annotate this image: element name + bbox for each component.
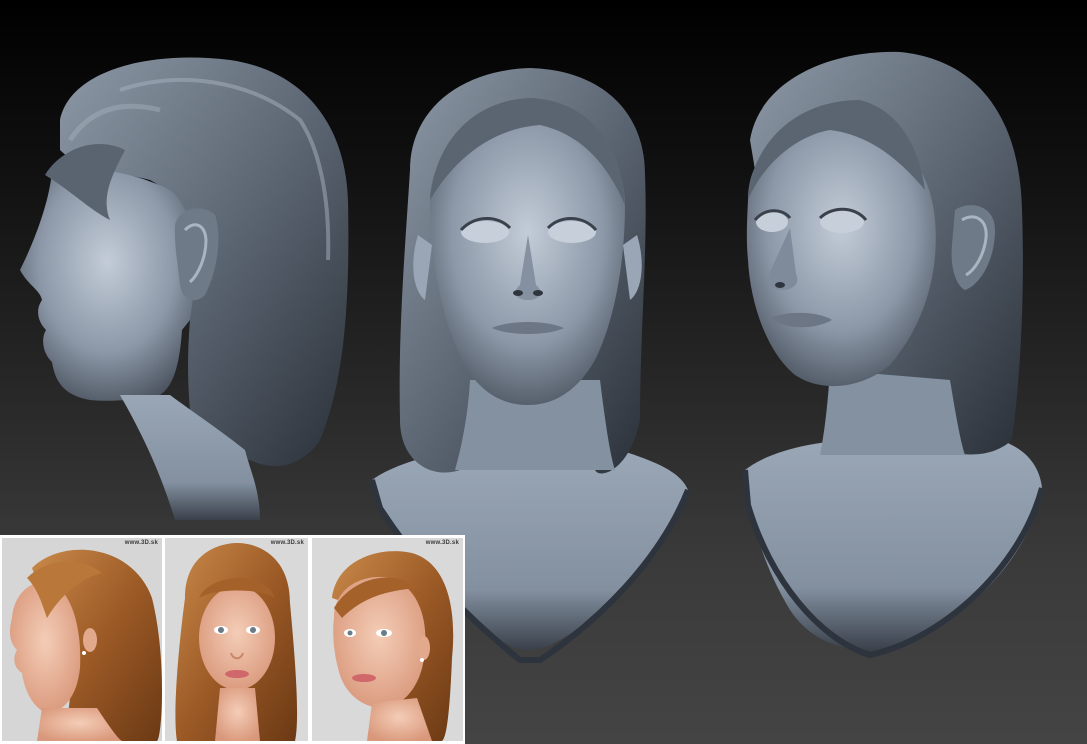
watermark-text: www.3D.sk (270, 540, 304, 546)
three-quarter-sculpt (742, 51, 1045, 659)
reference-photo-side: www.3D.sk (2, 538, 162, 741)
watermark-text: www.3D.sk (425, 540, 459, 546)
reference-photos-strip: www.3D.sk www.3D.sk www.3D.sk (0, 535, 465, 744)
profile-left-sculpt (20, 57, 349, 520)
watermark-text: www.3D.sk (124, 540, 158, 546)
reference-photo-front: www.3D.sk (165, 538, 308, 741)
reference-photo-three-quarter: www.3D.sk (312, 538, 463, 741)
